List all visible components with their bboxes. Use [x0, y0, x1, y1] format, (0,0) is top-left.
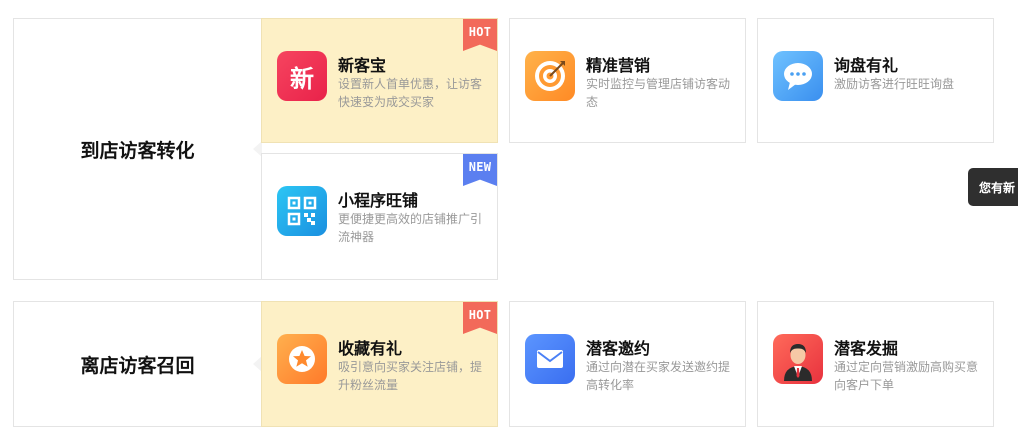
card-title: 收藏有礼 [338, 339, 403, 358]
toast-text: 您有新 [979, 180, 1016, 195]
card-description: 实时监控与管理店铺访客动态 [586, 77, 731, 109]
card-description: 更便捷更高效的店铺推广引流神器 [338, 212, 483, 244]
new-customer-icon: 新 [277, 51, 327, 101]
section-title: 到店访客转化 [80, 139, 195, 162]
card-inquiry-gift[interactable]: 询盘有礼 激励访客进行旺旺询盘 [757, 18, 994, 143]
chat-bubble-icon [773, 51, 823, 101]
card-title: 询盘有礼 [834, 56, 899, 75]
card-new-customer[interactable]: 新 新客宝 设置新人首单优惠，让访客快速变为成交买家 HOT [261, 18, 498, 143]
hot-badge: HOT [463, 19, 497, 51]
envelope-icon [525, 334, 575, 384]
card-description: 设置新人首单优惠，让访客快速变为成交买家 [338, 77, 483, 109]
card-title: 潜客邀约 [586, 339, 651, 358]
card-prospect-invite[interactable]: 潜客邀约 通过向潜在买家发送邀约提高转化率 [509, 301, 746, 427]
card-title: 新客宝 [338, 56, 387, 75]
section-label-visitor-recall: 离店访客召回 [13, 301, 262, 427]
card-prospect-discovery[interactable]: 潜客发掘 通过定向营销激励高购买意向客户下单 [757, 301, 994, 427]
person-icon [773, 334, 823, 384]
card-description: 吸引意向买家关注店铺，提升粉丝流量 [338, 360, 483, 392]
section-title: 离店访客召回 [80, 354, 195, 377]
star-icon [277, 334, 327, 384]
qr-code-icon [277, 186, 327, 236]
new-badge: NEW [463, 154, 497, 186]
card-precision-marketing[interactable]: 精准营销 实时监控与管理店铺访客动态 [509, 18, 746, 143]
hot-badge: HOT [463, 302, 497, 334]
section-label-visitor-conversion: 到店访客转化 [13, 18, 262, 280]
card-description: 通过向潜在买家发送邀约提高转化率 [586, 360, 731, 392]
card-description: 激励访客进行旺旺询盘 [834, 77, 955, 91]
target-icon [525, 51, 575, 101]
card-description: 通过定向营销激励高购买意向客户下单 [834, 360, 979, 392]
card-title: 小程序旺铺 [338, 191, 419, 210]
card-mini-program-shop[interactable]: 小程序旺铺 更便捷更高效的店铺推广引流神器 NEW [261, 153, 498, 280]
card-title: 精准营销 [586, 56, 651, 75]
notification-toast[interactable]: 您有新 [968, 168, 1018, 206]
card-title: 潜客发掘 [834, 339, 899, 358]
card-favorite-gift[interactable]: 收藏有礼 吸引意向买家关注店铺，提升粉丝流量 HOT [261, 301, 498, 427]
